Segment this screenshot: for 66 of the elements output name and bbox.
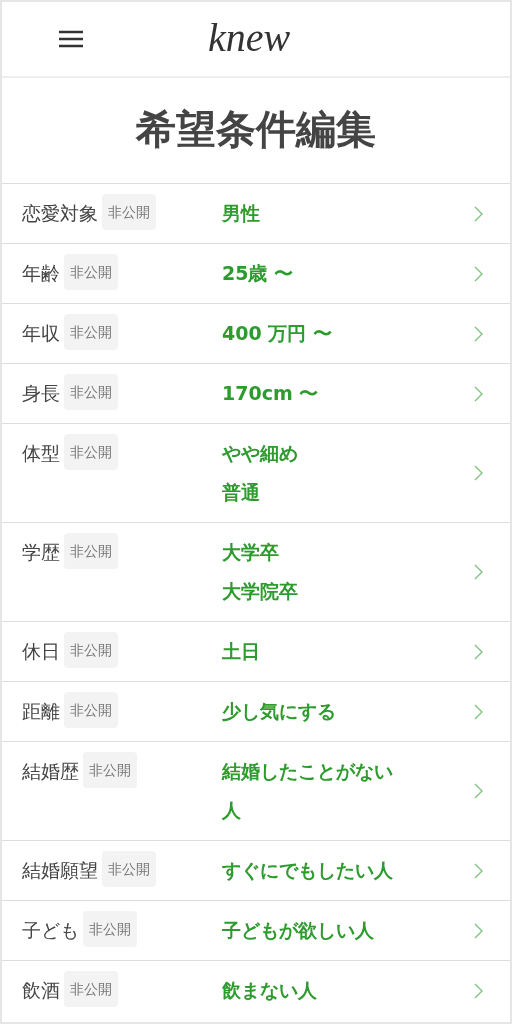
- condition-row[interactable]: 体型 非公開 やや細め 普通: [2, 423, 510, 522]
- condition-label: 体型: [22, 441, 60, 466]
- chevron-right-icon: [474, 385, 484, 402]
- condition-value: 結婚したことがない: [222, 759, 394, 784]
- condition-label: 飲酒: [22, 978, 60, 1003]
- private-tag: 非公開: [64, 374, 118, 410]
- condition-value: 25歳 〜: [222, 261, 295, 286]
- condition-row[interactable]: 年収 非公開 400 万円 〜: [2, 303, 510, 363]
- condition-value: 大学卒: [222, 540, 280, 565]
- condition-label: 休日: [22, 639, 60, 664]
- condition-row[interactable]: 身長 非公開 170cm 〜: [2, 363, 510, 423]
- condition-row[interactable]: 休日 非公開 土日: [2, 621, 510, 681]
- logo: knew: [208, 14, 291, 61]
- condition-value: 男性: [222, 201, 261, 226]
- condition-value: 少し気にする: [222, 699, 337, 724]
- condition-label: 学歴: [22, 540, 60, 565]
- chevron-right-icon: [474, 783, 484, 799]
- condition-value: 170cm 〜: [222, 381, 320, 406]
- private-tag: 非公開: [64, 314, 118, 350]
- private-tag: 非公開: [64, 632, 118, 668]
- private-tag: 非公開: [83, 911, 137, 947]
- condition-label: 結婚願望: [22, 858, 98, 883]
- condition-row[interactable]: 結婚願望 非公開 すぐにでもしたい人: [2, 840, 510, 900]
- condition-row[interactable]: 子ども 非公開 子どもが欲しい人: [2, 900, 510, 960]
- condition-label: 子ども: [22, 918, 79, 943]
- condition-label: 年収: [22, 321, 60, 346]
- menu-icon[interactable]: [58, 29, 84, 49]
- condition-label: 年齢: [22, 261, 60, 286]
- private-tag: 非公開: [102, 851, 156, 887]
- condition-value: やや細め: [222, 441, 299, 466]
- condition-row[interactable]: 恋愛対象 非公開 男性: [2, 183, 510, 243]
- private-tag: 非公開: [64, 533, 118, 569]
- chevron-right-icon: [474, 922, 484, 939]
- condition-value: 人: [222, 798, 242, 823]
- private-tag: 非公開: [64, 971, 118, 1007]
- chevron-right-icon: [474, 703, 484, 720]
- chevron-right-icon: [474, 465, 484, 481]
- condition-value: 普通: [222, 480, 261, 505]
- private-tag: 非公開: [83, 752, 137, 788]
- condition-row[interactable]: 学歴 非公開 大学卒 大学院卒: [2, 522, 510, 621]
- chevron-right-icon: [474, 325, 484, 342]
- condition-value: 土日: [222, 639, 261, 664]
- condition-row[interactable]: 距離 非公開 少し気にする: [2, 681, 510, 741]
- condition-row[interactable]: 結婚歴 非公開 結婚したことがない 人: [2, 741, 510, 840]
- chevron-right-icon: [474, 982, 484, 999]
- condition-value: すぐにでもしたい人: [222, 858, 394, 883]
- condition-value: 子どもが欲しい人: [222, 918, 375, 943]
- private-tag: 非公開: [64, 434, 118, 470]
- chevron-right-icon: [474, 205, 484, 222]
- condition-label: 距離: [22, 699, 60, 724]
- condition-value: 大学院卒: [222, 579, 299, 604]
- condition-row[interactable]: 年齢 非公開 25歳 〜: [2, 243, 510, 303]
- condition-value: 400 万円 〜: [222, 321, 333, 346]
- condition-label: 身長: [22, 381, 60, 406]
- condition-value: 飲まない人: [222, 978, 318, 1003]
- chevron-right-icon: [474, 643, 484, 660]
- chevron-right-icon: [474, 564, 484, 580]
- private-tag: 非公開: [64, 254, 118, 290]
- chevron-right-icon: [474, 862, 484, 879]
- condition-label: 結婚歴: [22, 759, 79, 784]
- private-tag: 非公開: [64, 692, 118, 728]
- page-title: 希望条件編集: [135, 105, 377, 154]
- condition-row[interactable]: 飲酒 非公開 飲まない人: [2, 960, 510, 1020]
- chevron-right-icon: [474, 265, 484, 282]
- condition-label: 恋愛対象: [22, 201, 98, 226]
- private-tag: 非公開: [102, 194, 156, 230]
